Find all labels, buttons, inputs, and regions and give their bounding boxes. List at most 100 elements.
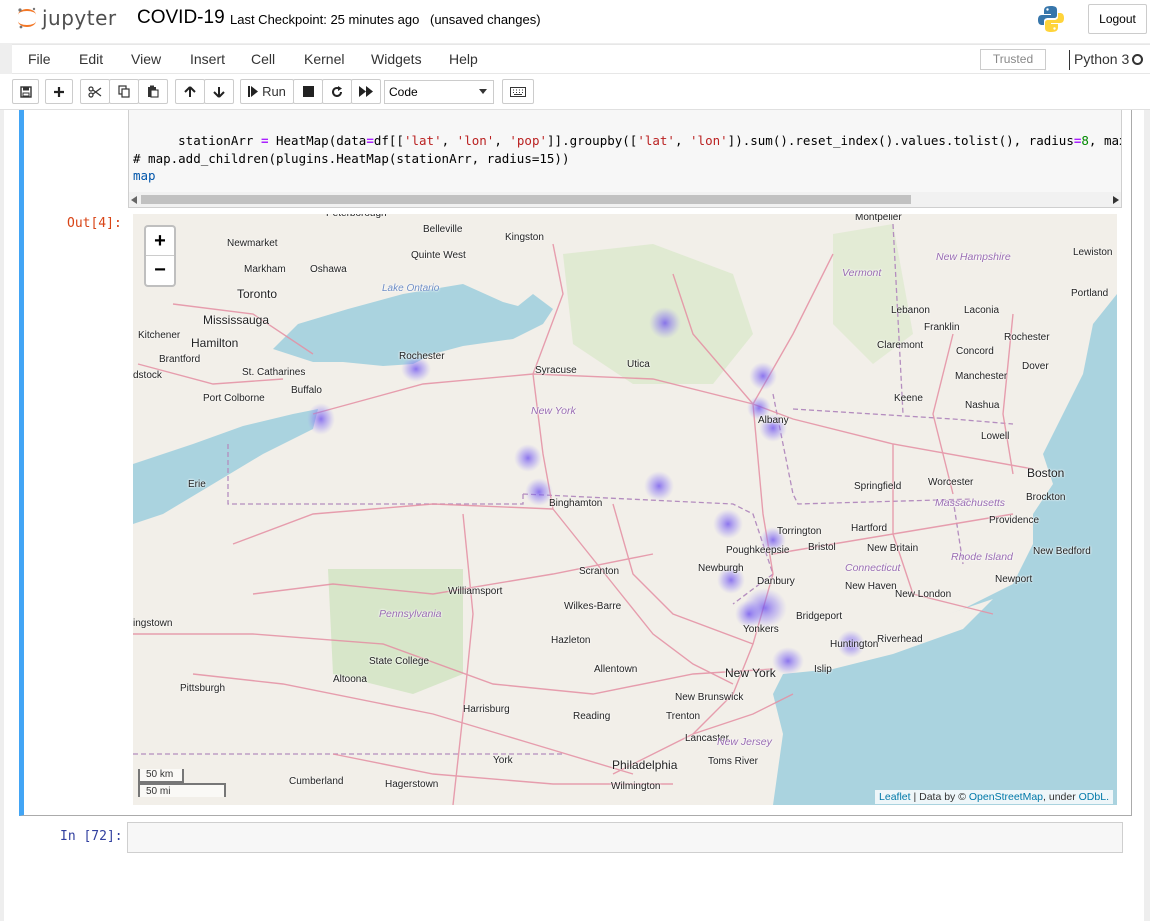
restart-button[interactable] [322, 79, 352, 104]
cut-button[interactable] [80, 79, 110, 104]
input-prompt: In [72]: [60, 829, 123, 844]
copy-icon [118, 85, 130, 98]
arrow-up-icon [184, 85, 196, 97]
map-label-hartford: Hartford [851, 523, 888, 534]
map-label-belleville: Belleville [423, 224, 463, 235]
run-button[interactable]: Run [240, 79, 294, 104]
output-prompt: Out[4]: [67, 216, 122, 231]
kernel-name[interactable]: Python 3 [1074, 51, 1129, 67]
lake-erie [133, 409, 318, 524]
copy-button[interactable] [109, 79, 139, 104]
map-label-binghamton: Binghamton [549, 498, 603, 509]
map-label-williamsport: Williamsport [448, 586, 503, 597]
openstreetmap-link[interactable]: OpenStreetMap [969, 791, 1043, 803]
map-label-erie: Erie [188, 479, 206, 490]
map-label-markham: Markham [244, 264, 286, 275]
zoom-out-button[interactable]: − [146, 256, 174, 285]
zoom-control: + − [144, 225, 176, 287]
map-label-mississauga: Mississauga [203, 313, 270, 327]
jupyter-logo[interactable]: jupyter [16, 6, 117, 30]
menu-widgets[interactable]: Widgets [371, 51, 422, 67]
map-label-syracuse: Syracuse [535, 365, 577, 376]
map-label-portland: Portland [1071, 288, 1109, 299]
jupyter-logo-icon [18, 7, 36, 29]
map-base-layer [133, 223, 1117, 805]
move-down-button[interactable] [204, 79, 234, 104]
map-label-pittsburgh: Pittsburgh [180, 683, 226, 694]
odbl-link[interactable]: ODbL. [1079, 791, 1109, 803]
map-label-cumberland: Cumberland [289, 776, 344, 787]
horizontal-scrollbar[interactable] [129, 192, 1121, 207]
map-label-massachusetts: Massachusetts [935, 497, 1006, 509]
map-label-rochester: Rochester [1004, 332, 1050, 343]
map-label-port-colborne: Port Colborne [203, 393, 265, 404]
unsaved-indicator: (unsaved changes) [430, 12, 541, 27]
menu-file[interactable]: File [28, 51, 51, 67]
menu-help[interactable]: Help [449, 51, 478, 67]
map-label-hamilton: Hamilton [191, 336, 239, 350]
cell-type-select[interactable]: Code [384, 80, 494, 104]
stop-icon [302, 86, 314, 97]
scissors-icon [88, 85, 102, 98]
run-all-button[interactable] [351, 79, 381, 104]
map-label-keene: Keene [894, 393, 923, 404]
menu-insert[interactable]: Insert [190, 51, 225, 67]
map-label-altoona: Altoona [333, 674, 367, 685]
map-label-hazleton: Hazleton [551, 635, 591, 646]
menu-cell[interactable]: Cell [251, 51, 275, 67]
scroll-right-icon[interactable] [1113, 196, 1119, 204]
map-label-huntington: Huntington [830, 639, 879, 650]
interrupt-button[interactable] [293, 79, 323, 104]
trusted-indicator[interactable]: Trusted [980, 49, 1046, 70]
map-label-utica: Utica [627, 359, 650, 370]
map-label-lebanon: Lebanon [891, 305, 930, 316]
map-label-buffalo: Buffalo [291, 385, 322, 396]
leaflet-link[interactable]: Leaflet [879, 791, 911, 803]
map-label-laconia: Laconia [964, 305, 1000, 316]
paste-button[interactable] [138, 79, 168, 104]
menu-view[interactable]: View [131, 51, 161, 67]
map-label-trenton: Trenton [666, 711, 701, 722]
code-line-3: # map.add_children(plugins.HeatMap(stati… [133, 151, 570, 166]
map-label-worcester: Worcester [928, 477, 974, 488]
logout-button[interactable]: Logout [1088, 4, 1147, 34]
kernel-idle-icon [1132, 54, 1143, 65]
map-label-providence: Providence [989, 515, 1040, 526]
scroll-left-icon[interactable] [131, 196, 137, 204]
map-label-yonkers: Yonkers [743, 624, 779, 635]
map-label-bristol: Bristol [808, 542, 836, 553]
empty-code-cell[interactable] [127, 822, 1123, 853]
map-label-springfield: Springfield [854, 481, 902, 492]
map-label-new-jersey: New Jersey [717, 736, 772, 748]
code-editor[interactable]: stationArr = HeatMap(data=df[['lat', 'lo… [128, 110, 1122, 208]
menubar: File Edit View Insert Cell Kernel Widget… [12, 44, 1150, 74]
notebook-title[interactable]: COVID-19 [137, 7, 225, 29]
menu-edit[interactable]: Edit [79, 51, 103, 67]
map-label-poughkeepsie: Poughkeepsie [726, 545, 790, 556]
map-label-rhode-island: Rhode Island [951, 551, 1013, 563]
map-label-riverhead: Riverhead [877, 634, 923, 645]
scrollbar-thumb[interactable] [141, 195, 911, 204]
map-label-wilkes-barre: Wilkes-Barre [564, 601, 622, 612]
move-up-button[interactable] [175, 79, 205, 104]
map-label-brockton: Brockton [1026, 492, 1066, 503]
map-attribution: Leaflet | Data by © OpenStreetMap, under… [875, 790, 1113, 804]
notebook-header: jupyter COVID-19 Last Checkpoint: 25 min… [0, 0, 1150, 43]
insert-cell-button[interactable] [45, 79, 73, 104]
map-label-st-catharines: St. Catharines [242, 367, 306, 378]
menu-kernel[interactable]: Kernel [304, 51, 344, 67]
map-label-torrington: Torrington [777, 526, 822, 537]
scale-mi: 50 mi [138, 783, 226, 797]
command-palette-button[interactable] [502, 79, 534, 104]
notebook-toolbar: Run Code [0, 74, 1150, 110]
map-label-oshawa: Oshawa [310, 264, 347, 275]
map-label-brantford: Brantford [159, 354, 201, 365]
attribution-under: , under [1043, 791, 1079, 803]
map-label-allentown: Allentown [594, 664, 638, 675]
map-label-danbury: Danbury [757, 576, 795, 587]
leaflet-map[interactable]: Peterborough Belleville Kingston Montpelier… [133, 214, 1117, 805]
save-button[interactable] [12, 79, 39, 104]
map-label-toronto: Toronto [237, 287, 278, 301]
map-label-montpelier: Montpelier [855, 214, 902, 223]
zoom-in-button[interactable]: + [146, 227, 174, 256]
